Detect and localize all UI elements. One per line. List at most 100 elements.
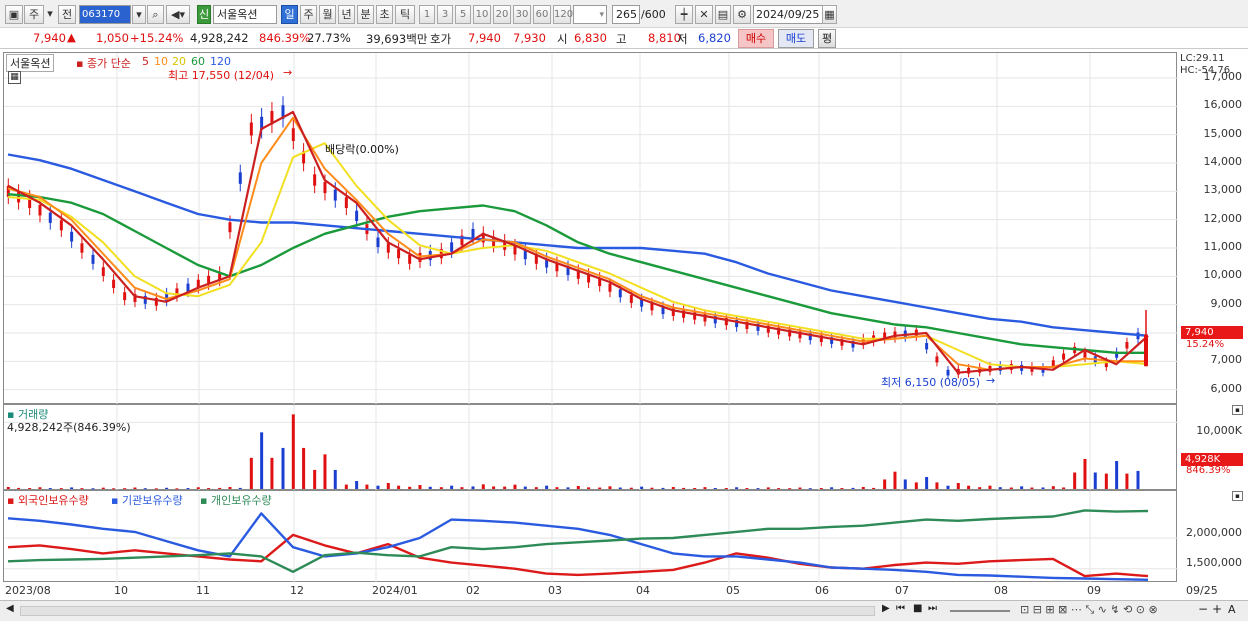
tab-minute[interactable]: 분 xyxy=(357,5,374,24)
candle-body xyxy=(291,128,295,142)
low-label: 저 xyxy=(677,32,688,46)
minute-20[interactable]: 20 xyxy=(493,5,511,24)
period-select[interactable]: 주 xyxy=(24,5,44,24)
volume-bar xyxy=(492,486,496,489)
volume-bar xyxy=(840,488,844,490)
last-icon[interactable]: ⏭ xyxy=(928,603,937,614)
volume-bar xyxy=(450,485,454,489)
candle-body xyxy=(323,181,327,194)
scroll-track[interactable] xyxy=(20,606,875,616)
volume-bar xyxy=(735,487,739,489)
price-pane[interactable]: 서울옥션 ▪ 종가 단순 5 10 20 60 120 ▦ 최고 17,550 … xyxy=(3,52,1178,405)
candle-body xyxy=(249,122,253,136)
volume-pane[interactable]: ▪ 거래량 4,928,242주(846.39%) xyxy=(3,404,1178,491)
ma-5-label: 5 xyxy=(142,55,149,68)
volume-bar xyxy=(376,485,380,489)
volume-bar xyxy=(386,483,390,489)
table-icon[interactable]: ▦ xyxy=(8,71,21,84)
candle-body xyxy=(471,228,475,239)
zoom-out-icon[interactable]: − xyxy=(1198,602,1208,616)
scroll-right-icon[interactable]: ▶ xyxy=(882,603,890,614)
search-icon[interactable]: ⌕ xyxy=(147,5,164,24)
x-label-06: 06 xyxy=(815,584,829,597)
volume-bar xyxy=(618,487,622,489)
volume-bar xyxy=(640,486,644,489)
holding-close-icon[interactable]: ▪ xyxy=(1232,491,1243,501)
volume-bar xyxy=(313,469,317,489)
holding-tick-1500000: 1,500,000 xyxy=(1186,556,1242,569)
scroll-left-icon[interactable]: ◀ xyxy=(6,603,14,614)
stock-name-field[interactable]: 서울옥션 xyxy=(213,5,277,24)
holding-axis: 2,000,000 1,500,000 xyxy=(1178,490,1248,582)
volume-bar xyxy=(978,487,982,489)
holding-pane[interactable]: ▪ 외국인보유수량 ▪ 기관보유수량 ▪ 개인보유수량 xyxy=(3,490,1178,583)
count-input[interactable]: 265 xyxy=(612,5,640,24)
eval-button[interactable]: 평 xyxy=(818,29,836,48)
candle-type-icon[interactable]: ┿ xyxy=(675,5,693,24)
high-arrow-icon: → xyxy=(283,66,293,79)
bottom-scrollbar[interactable]: ◀ ▶ ⏮ ■ ⏭ ⊡ ⊟ ⊞ ⊠ ⋯ ⤡ ∿ ↯ ⟲ ⊙ ⊗ − + A xyxy=(0,600,1248,621)
gear-icon[interactable]: ⚙ xyxy=(733,5,751,24)
dividend-annotation: 배당락(0.00%) xyxy=(325,143,399,156)
calendar-icon[interactable]: ▦ xyxy=(822,5,837,24)
zoom-in-icon[interactable]: + xyxy=(1212,602,1222,616)
x-label-09: 09 xyxy=(1087,584,1101,597)
date-input[interactable]: 2024/09/25 xyxy=(753,5,823,24)
dropdown-arrow-icon[interactable]: ▾ xyxy=(46,5,54,24)
volume-close-icon[interactable]: ▪ xyxy=(1232,405,1243,415)
low-arrow-icon: → xyxy=(986,374,996,387)
ma-120-line xyxy=(7,153,1149,337)
volume-bar xyxy=(270,457,274,489)
minute-30[interactable]: 30 xyxy=(513,5,531,24)
auto-scale-icon[interactable]: A xyxy=(1228,603,1236,616)
stop-icon[interactable]: ■ xyxy=(913,603,922,614)
volume-bar xyxy=(397,485,401,489)
prev-button[interactable]: 전 xyxy=(58,5,76,24)
candle-body xyxy=(80,243,84,253)
tab-month[interactable]: 월 xyxy=(319,5,336,24)
x-label-2023-08: 2023/08 xyxy=(5,584,51,597)
tab-week[interactable]: 주 xyxy=(300,5,317,24)
volume-bar xyxy=(1104,473,1108,489)
candle-body xyxy=(376,237,380,248)
custom-period-select[interactable]: ▾ xyxy=(573,5,607,24)
quote-bar: 7,940 ▲ 1,050 +15.24% 4,928,242 846.39% … xyxy=(0,28,1248,49)
volume-bar xyxy=(682,487,686,489)
bid-ask-label: 호가 xyxy=(430,32,452,46)
indicator-icon[interactable]: ✕ xyxy=(695,5,713,24)
sound-icon[interactable]: ◀▾ xyxy=(166,5,190,24)
tool-icons[interactable]: ⊡ ⊟ ⊞ ⊠ ⋯ ⤡ ∿ ↯ ⟲ ⊙ ⊗ xyxy=(1020,603,1158,617)
volume-bar xyxy=(766,487,770,489)
minute-5[interactable]: 5 xyxy=(455,5,471,24)
minute-10[interactable]: 10 xyxy=(473,5,491,24)
minute-120[interactable]: 120 xyxy=(553,5,573,24)
stock-code-input[interactable]: 063170 xyxy=(79,5,131,24)
volume-bar xyxy=(903,479,907,489)
tab-second[interactable]: 초 xyxy=(376,5,393,24)
price-tick: 14,000 xyxy=(1203,155,1243,168)
tab-tick[interactable]: 틱 xyxy=(395,5,415,24)
tab-year[interactable]: 년 xyxy=(338,5,355,24)
x-label-05: 05 xyxy=(726,584,740,597)
window-icon[interactable]: ▣ xyxy=(5,5,23,24)
price-tick: 11,000 xyxy=(1203,240,1243,253)
sell-button[interactable]: 매도 xyxy=(778,29,814,48)
low-annotation: 최저 6,150 (08/05) xyxy=(881,376,981,389)
last-candle-body xyxy=(1144,334,1148,367)
minute-1[interactable]: 1 xyxy=(419,5,435,24)
volume-bar xyxy=(872,487,876,489)
tab-day[interactable]: 일 xyxy=(281,5,298,24)
minute-60[interactable]: 60 xyxy=(533,5,551,24)
candle-body xyxy=(450,242,454,252)
candle-body xyxy=(38,204,42,216)
first-icon[interactable]: ⏮ xyxy=(896,603,905,614)
code-dropdown-icon[interactable]: ▾ xyxy=(132,5,146,24)
zoom-slider[interactable] xyxy=(950,610,1010,612)
buy-button[interactable]: 매수 xyxy=(738,29,774,48)
volume-bar xyxy=(1051,486,1055,489)
lc-label: LC:29.11 xyxy=(1180,53,1225,64)
volume-bar xyxy=(186,488,190,490)
minute-3[interactable]: 3 xyxy=(437,5,453,24)
save-icon[interactable]: ▤ xyxy=(715,5,731,24)
candle-body xyxy=(1062,353,1066,360)
